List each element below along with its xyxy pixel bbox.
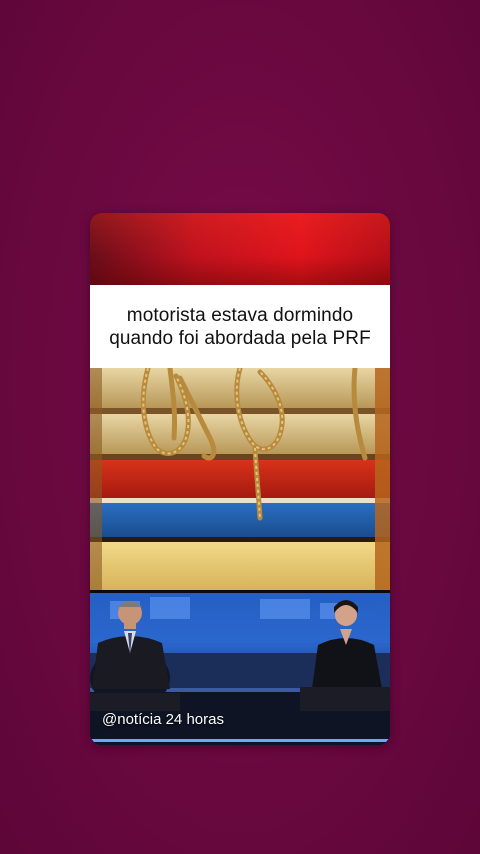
channel-watermark: @notícia 24 horas [102, 711, 224, 728]
caption-text: motorista estava dormindo quando foi abo… [109, 304, 371, 349]
caption-box: motorista estava dormindo quando foi abo… [90, 285, 390, 368]
red-header-strip [90, 213, 390, 285]
rope-truck-image [90, 368, 390, 590]
video-card[interactable]: motorista estava dormindo quando foi abo… [90, 213, 390, 745]
